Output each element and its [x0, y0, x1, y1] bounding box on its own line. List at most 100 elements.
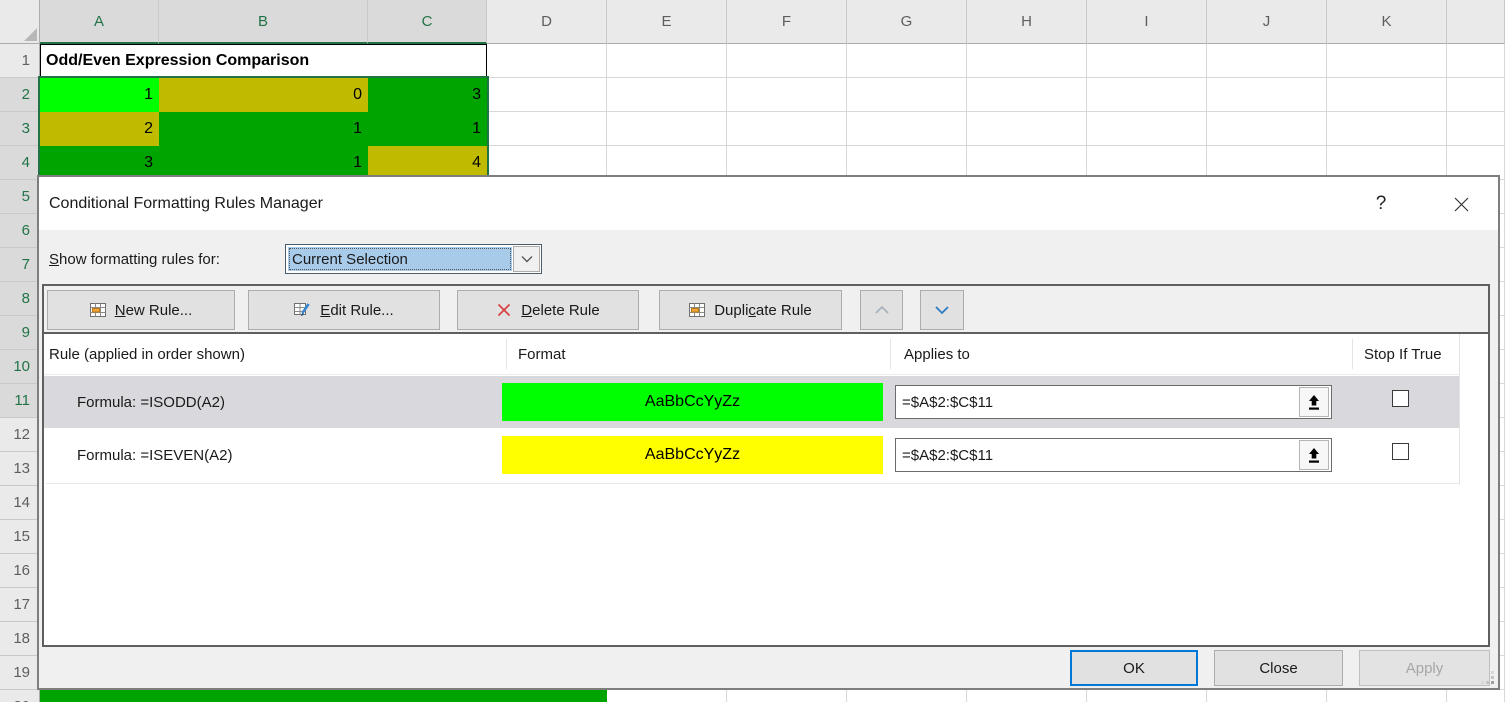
cell-x2[interactable]: [1447, 78, 1505, 112]
cell-I1[interactable]: [1087, 44, 1207, 78]
dropdown-arrow-button[interactable]: [513, 246, 540, 272]
edit-rule-button[interactable]: Edit Rule...: [248, 290, 440, 330]
row-header-18[interactable]: 18: [0, 622, 40, 656]
row-header-4[interactable]: 4: [0, 146, 40, 180]
row-header-7[interactable]: 7: [0, 248, 40, 282]
close-dialog-button[interactable]: Close: [1214, 650, 1343, 686]
cell-D1[interactable]: [487, 44, 607, 78]
column-header-partial[interactable]: [1447, 0, 1505, 44]
cell-title-A1[interactable]: Odd/Even Expression Comparison: [40, 44, 487, 78]
stop-if-true-checkbox[interactable]: [1392, 390, 1409, 407]
show-rules-for-dropdown[interactable]: Current Selection: [285, 244, 542, 274]
column-header-H[interactable]: H: [967, 0, 1087, 44]
cell-H2[interactable]: [967, 78, 1087, 112]
select-all-corner[interactable]: [0, 0, 40, 44]
collapse-dialog-button[interactable]: [1299, 440, 1329, 470]
collapse-dialog-button[interactable]: [1299, 387, 1329, 417]
cell-A3[interactable]: 2: [40, 112, 159, 146]
row-header-12[interactable]: 12: [0, 418, 40, 452]
cell-C3[interactable]: 1: [368, 112, 487, 146]
cell-G3[interactable]: [847, 112, 967, 146]
cell-A20[interactable]: [40, 690, 159, 702]
column-header-D[interactable]: D: [487, 0, 607, 44]
delete-rule-button[interactable]: Delete Rule: [457, 290, 639, 330]
cell-G2[interactable]: [847, 78, 967, 112]
row-header-9[interactable]: 9: [0, 316, 40, 350]
cell-J2[interactable]: [1207, 78, 1327, 112]
column-header-I[interactable]: I: [1087, 0, 1207, 44]
stop-if-true-checkbox[interactable]: [1392, 443, 1409, 460]
cell-x20[interactable]: [1447, 690, 1505, 702]
column-header-B[interactable]: B: [159, 0, 368, 44]
duplicate-rule-button[interactable]: Duplicate Rule: [659, 290, 842, 330]
cell-H3[interactable]: [967, 112, 1087, 146]
column-header-G[interactable]: G: [847, 0, 967, 44]
apply-button[interactable]: Apply: [1359, 650, 1490, 686]
column-header-K[interactable]: K: [1327, 0, 1447, 44]
cell-B2[interactable]: 0: [159, 78, 368, 112]
row-header-14[interactable]: 14: [0, 486, 40, 520]
close-button[interactable]: [1445, 188, 1477, 220]
new-rule-button[interactable]: New Rule...: [47, 290, 235, 330]
row-header-10[interactable]: 10: [0, 350, 40, 384]
cell-H1[interactable]: [967, 44, 1087, 78]
help-button[interactable]: ?: [1365, 188, 1397, 220]
row-header-16[interactable]: 16: [0, 554, 40, 588]
cell-G20[interactable]: [847, 690, 967, 702]
column-header-C[interactable]: C: [368, 0, 487, 44]
column-header-A[interactable]: A: [40, 0, 159, 44]
resize-grip[interactable]: [1481, 671, 1495, 685]
cell-F2[interactable]: [727, 78, 847, 112]
cell-K2[interactable]: [1327, 78, 1447, 112]
cell-F1[interactable]: [727, 44, 847, 78]
cell-E3[interactable]: [607, 112, 727, 146]
cell-H20[interactable]: [967, 690, 1087, 702]
cell-K1[interactable]: [1327, 44, 1447, 78]
row-header-2[interactable]: 2: [0, 78, 40, 112]
cell-I2[interactable]: [1087, 78, 1207, 112]
cell-I20[interactable]: [1087, 690, 1207, 702]
cell-D20[interactable]: [487, 690, 607, 702]
cell-F3[interactable]: [727, 112, 847, 146]
cell-E1[interactable]: [607, 44, 727, 78]
cell-D2[interactable]: [487, 78, 607, 112]
cell-x3[interactable]: [1447, 112, 1505, 146]
cell-G1[interactable]: [847, 44, 967, 78]
ok-button[interactable]: OK: [1070, 650, 1198, 686]
cell-K20[interactable]: [1327, 690, 1447, 702]
row-header-19[interactable]: 19: [0, 656, 40, 690]
row-header-8[interactable]: 8: [0, 282, 40, 316]
cell-B3[interactable]: 1: [159, 112, 368, 146]
applies-to-input[interactable]: [895, 438, 1332, 472]
move-rule-down-button[interactable]: [920, 290, 964, 330]
row-header-5[interactable]: 5: [0, 180, 40, 214]
cell-B20[interactable]: [159, 690, 368, 702]
rule-row-iseven[interactable]: Formula: =ISEVEN(A2) AaBbCcYyZz: [44, 429, 1459, 481]
column-header-J[interactable]: J: [1207, 0, 1327, 44]
cell-J20[interactable]: [1207, 690, 1327, 702]
cell-E20[interactable]: [607, 690, 727, 702]
column-header-E[interactable]: E: [607, 0, 727, 44]
row-header-6[interactable]: 6: [0, 214, 40, 248]
rule-row-isodd[interactable]: Formula: =ISODD(A2) AaBbCcYyZz: [44, 376, 1459, 428]
row-header-3[interactable]: 3: [0, 112, 40, 146]
row-header-13[interactable]: 13: [0, 452, 40, 486]
row-header-11[interactable]: 11: [0, 384, 40, 418]
cell-D3[interactable]: [487, 112, 607, 146]
row-header-1[interactable]: 1: [0, 44, 40, 78]
move-rule-up-button[interactable]: [860, 290, 903, 330]
applies-to-input[interactable]: [895, 385, 1332, 419]
cell-K3[interactable]: [1327, 112, 1447, 146]
cell-J3[interactable]: [1207, 112, 1327, 146]
cell-I3[interactable]: [1087, 112, 1207, 146]
cell-A2[interactable]: 1: [40, 78, 159, 112]
cell-C2[interactable]: 3: [368, 78, 487, 112]
row-header-20[interactable]: 20: [0, 690, 40, 702]
cell-E2[interactable]: [607, 78, 727, 112]
cell-F20[interactable]: [727, 690, 847, 702]
cell-x1[interactable]: [1447, 44, 1505, 78]
column-header-F[interactable]: F: [727, 0, 847, 44]
row-header-17[interactable]: 17: [0, 588, 40, 622]
row-header-15[interactable]: 15: [0, 520, 40, 554]
cell-J1[interactable]: [1207, 44, 1327, 78]
